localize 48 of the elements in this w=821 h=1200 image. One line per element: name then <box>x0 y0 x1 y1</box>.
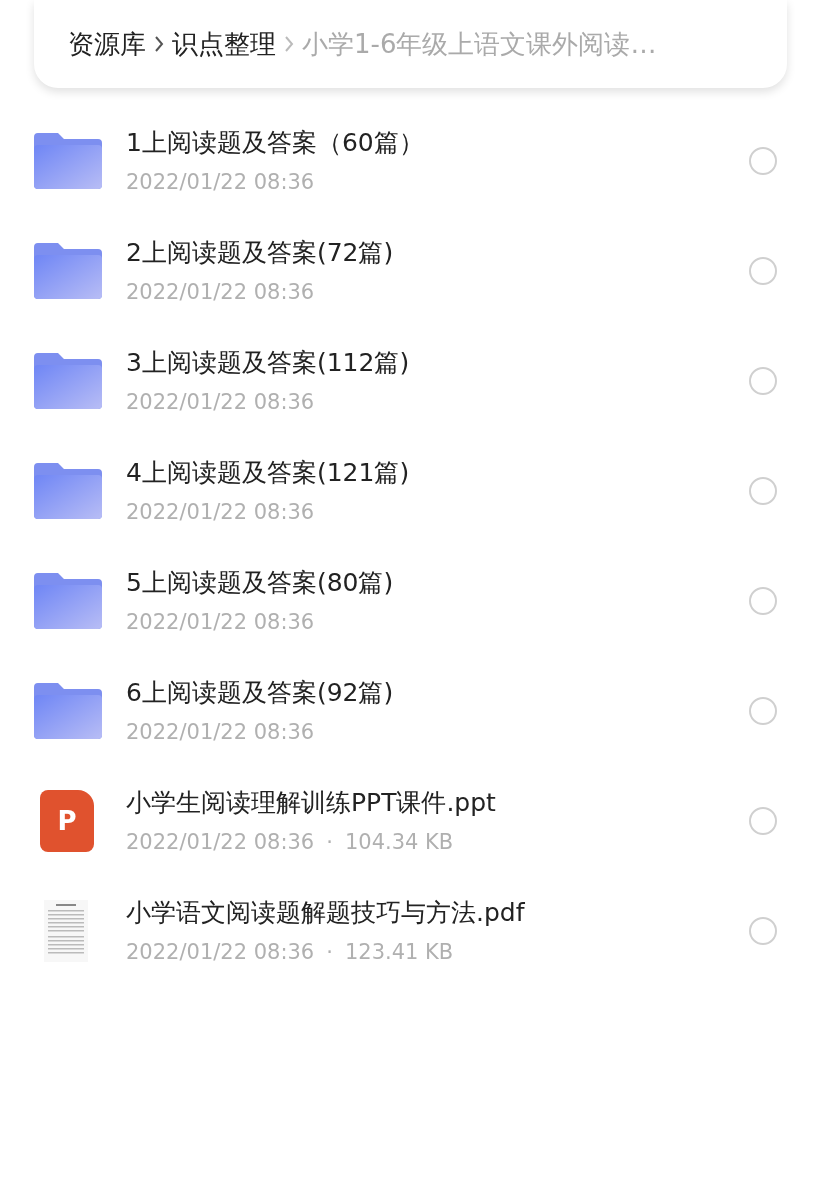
select-radio[interactable] <box>749 477 777 505</box>
file-size: 104.34 KB <box>344 829 454 856</box>
file-row[interactable]: 6上阅读题及答案(92篇) 2022/01/22 08:36 <box>0 656 821 766</box>
folder-icon <box>34 463 102 519</box>
select-radio[interactable] <box>749 367 777 395</box>
file-date: 2022/01/22 08:36 <box>126 499 315 526</box>
file-date: 2022/01/22 08:36 <box>126 279 315 306</box>
folder-icon <box>34 243 102 299</box>
file-name: 3上阅读题及答案(112篇) <box>126 346 411 379</box>
file-row[interactable]: 4上阅读题及答案(121篇) 2022/01/22 08:36 <box>0 436 821 546</box>
select-radio[interactable] <box>749 257 777 285</box>
separator-dot: · <box>326 939 333 966</box>
file-row[interactable]: 1上阅读题及答案（60篇） 2022/01/22 08:36 <box>0 106 821 216</box>
file-name: 小学生阅读理解训练PPT课件.ppt <box>126 786 497 819</box>
document-thumbnail-icon <box>44 900 88 962</box>
file-row[interactable]: 小学语文阅读题解题技巧与方法.pdf 2022/01/22 08:36 · 123.41 KB <box>0 876 821 986</box>
file-date: 2022/01/22 08:36 <box>126 609 315 636</box>
breadcrumb-item[interactable]: 资源库 <box>68 24 146 64</box>
file-date: 2022/01/22 08:36 <box>126 829 315 856</box>
file-name: 小学语文阅读题解题技巧与方法.pdf <box>126 896 526 929</box>
folder-icon <box>34 683 102 739</box>
file-row[interactable]: 3上阅读题及答案(112篇) 2022/01/22 08:36 <box>0 326 821 436</box>
file-name: 5上阅读题及答案(80篇) <box>126 566 395 599</box>
file-name: 6上阅读题及答案(92篇) <box>126 676 395 709</box>
file-name: 4上阅读题及答案(121篇) <box>126 456 411 489</box>
file-date: 2022/01/22 08:36 <box>126 169 315 196</box>
file-row[interactable]: P 小学生阅读理解训练PPT课件.ppt 2022/01/22 08:36 · 104.34 KB <box>0 766 821 876</box>
file-row[interactable]: 2上阅读题及答案(72篇) 2022/01/22 08:36 <box>0 216 821 326</box>
select-radio[interactable] <box>749 917 777 945</box>
file-date: 2022/01/22 08:36 <box>126 389 315 416</box>
folder-icon <box>34 353 102 409</box>
file-size: 123.41 KB <box>344 939 454 966</box>
file-row[interactable]: 5上阅读题及答案(80篇) 2022/01/22 08:36 <box>0 546 821 656</box>
select-radio[interactable] <box>749 807 777 835</box>
chevron-right-icon <box>154 35 164 53</box>
select-radio[interactable] <box>749 147 777 175</box>
select-radio[interactable] <box>749 587 777 615</box>
breadcrumb-item[interactable]: 识点整理 <box>172 24 276 64</box>
file-date: 2022/01/22 08:36 <box>126 719 315 746</box>
folder-icon <box>34 573 102 629</box>
file-name: 1上阅读题及答案（60篇） <box>126 126 425 159</box>
file-date: 2022/01/22 08:36 <box>126 939 315 966</box>
chevron-right-icon <box>284 35 294 53</box>
folder-icon <box>34 133 102 189</box>
separator-dot: · <box>326 829 333 856</box>
select-radio[interactable] <box>749 697 777 725</box>
presentation-file-icon: P <box>40 790 94 852</box>
file-name: 2上阅读题及答案(72篇) <box>126 236 395 269</box>
